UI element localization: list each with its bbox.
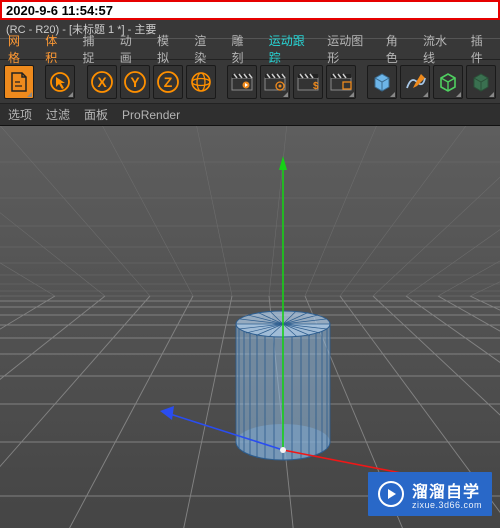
menu-sculpt[interactable]: 雕刻 — [224, 29, 261, 69]
dropdown-corner-icon — [456, 92, 461, 97]
menu-anim[interactable]: 动画 — [112, 29, 149, 69]
spline-pen-icon — [403, 70, 427, 94]
timestamp-bar: 2020-9-6 11:54:57 — [0, 0, 500, 20]
axis-x-icon: X — [90, 70, 114, 94]
tool-render-region[interactable] — [326, 65, 356, 99]
axis-z-icon: Z — [156, 70, 180, 94]
tool-coords[interactable] — [186, 65, 216, 99]
tool-select[interactable] — [45, 65, 75, 99]
svg-text:Z: Z — [163, 74, 172, 90]
tool-primitive[interactable] — [367, 65, 397, 99]
vp-menu-filter[interactable]: 过滤 — [46, 106, 70, 123]
tool-render-pv[interactable]: $ — [293, 65, 323, 99]
svg-text:$: $ — [313, 81, 319, 92]
dropdown-corner-icon — [68, 92, 73, 97]
vp-menu-options[interactable]: 选项 — [8, 106, 32, 123]
main-toolbar: X Y Z $ — [0, 60, 500, 104]
watermark-sub: zixue.3d66.com — [412, 500, 482, 510]
menu-snap[interactable]: 捕捉 — [75, 29, 112, 69]
dropdown-corner-icon — [349, 92, 354, 97]
menu-volume[interactable]: 体积 — [37, 29, 74, 69]
tool-editable[interactable] — [4, 65, 34, 99]
paper-fold-icon — [8, 71, 30, 93]
menu-mograph[interactable]: 运动图形 — [319, 29, 377, 69]
viewport-scene — [0, 126, 500, 528]
tool-axis-x[interactable]: X — [87, 65, 117, 99]
svg-text:Y: Y — [130, 74, 140, 90]
menu-plugin[interactable]: 插件 — [463, 29, 500, 69]
svg-text:X: X — [97, 74, 107, 90]
vp-menu-prorender[interactable]: ProRender — [122, 108, 180, 122]
tool-spline[interactable] — [400, 65, 430, 99]
vp-menu-panel[interactable]: 面板 — [84, 106, 108, 123]
select-arrow-icon — [49, 71, 71, 93]
menu-track[interactable]: 运动跟踪 — [261, 29, 319, 69]
play-circle-icon — [378, 481, 404, 507]
dropdown-corner-icon — [390, 92, 395, 97]
viewport-menu-bar: 选项 过滤 面板 ProRender — [0, 104, 500, 126]
dropdown-corner-icon — [27, 92, 32, 97]
globe-icon — [189, 70, 213, 94]
clapper-view-icon — [329, 72, 353, 92]
axis-y-icon: Y — [123, 70, 147, 94]
watermark-main: 溜溜自学 — [412, 484, 480, 501]
menu-mesh[interactable]: 网格 — [0, 29, 37, 69]
tool-axis-y[interactable]: Y — [120, 65, 150, 99]
watermark-badge: 溜溜自学 zixue.3d66.com — [368, 472, 492, 516]
dropdown-corner-icon — [423, 92, 428, 97]
tool-render-view[interactable] — [227, 65, 257, 99]
tool-render-settings[interactable] — [260, 65, 290, 99]
tool-generator[interactable] — [433, 65, 463, 99]
menu-render[interactable]: 渲染 — [186, 29, 223, 69]
dropdown-corner-icon — [489, 92, 494, 97]
dropdown-corner-icon — [283, 92, 288, 97]
viewport-3d[interactable]: 溜溜自学 zixue.3d66.com — [0, 126, 500, 528]
tool-axis-z[interactable]: Z — [153, 65, 183, 99]
menu-pipeline[interactable]: 流水线 — [415, 29, 463, 69]
tool-deformer[interactable] — [466, 65, 496, 99]
clapper-icon — [230, 72, 254, 92]
menu-char[interactable]: 角色 — [378, 29, 415, 69]
clapper-settings-icon — [263, 72, 287, 92]
menu-sim[interactable]: 模拟 — [149, 29, 186, 69]
timestamp-text: 2020-9-6 11:54:57 — [6, 3, 113, 18]
menu-bar: 网格 体积 捕捉 动画 模拟 渲染 雕刻 运动跟踪 运动图形 角色 流水线 插件 — [0, 38, 500, 60]
clapper-dollar-icon: $ — [296, 72, 320, 92]
